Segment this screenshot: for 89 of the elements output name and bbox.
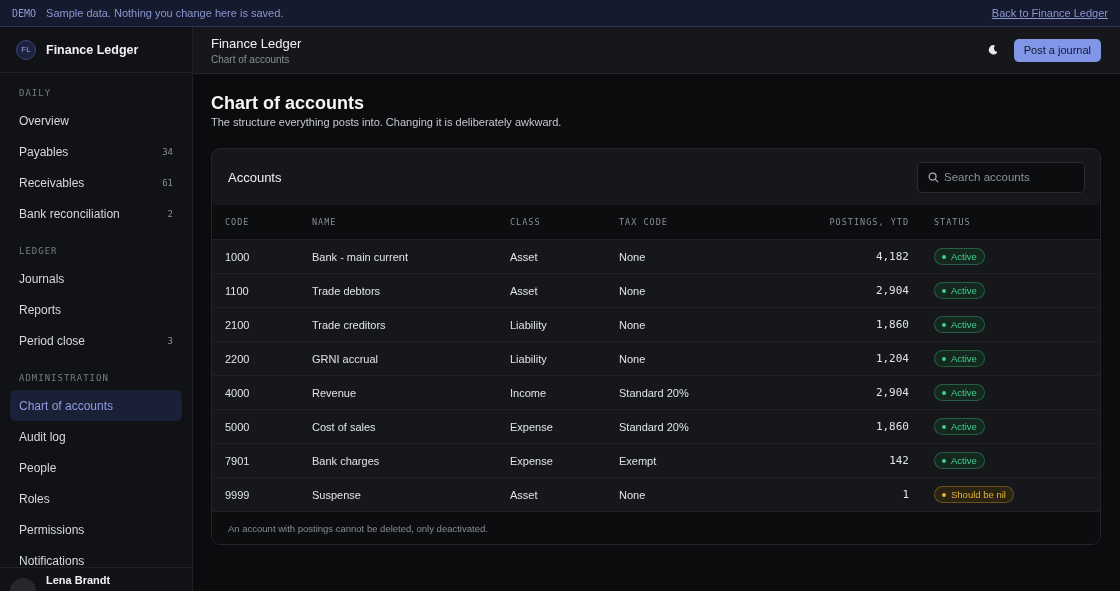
table-cell-text: None bbox=[619, 488, 647, 501]
table-cell-text: 4000 bbox=[225, 386, 251, 399]
table-cell-text: None bbox=[619, 250, 647, 263]
sidebar-item[interactable]: Notifications bbox=[10, 545, 182, 567]
sidebar-item[interactable]: Permissions bbox=[10, 514, 182, 545]
app-logo: FL bbox=[16, 39, 36, 60]
page-description: The structure everything posts into. Changing it is deliberately awkward. bbox=[211, 116, 563, 128]
section-label: ADMINISTRATION bbox=[18, 372, 110, 385]
item-count: 34 bbox=[162, 146, 173, 157]
table-cell-text: 2200 bbox=[225, 352, 251, 365]
table-cell-text: GRNI accrual bbox=[312, 352, 380, 365]
table-cell-text: Asset bbox=[510, 284, 539, 297]
table-cell-text: 2,904 bbox=[874, 386, 909, 399]
table-cell-text: 1,860 bbox=[874, 420, 909, 433]
search-field[interactable]: Search accounts bbox=[917, 161, 1085, 193]
sidebar-item[interactable]: Payables 34 bbox=[10, 136, 182, 167]
table-cell-text: Standard 20% bbox=[619, 386, 690, 399]
table-cell-text: Trade creditors bbox=[312, 318, 387, 331]
table-cell-text: 1 bbox=[901, 488, 909, 501]
table-cell-text: Bank charges bbox=[312, 454, 381, 467]
sidebar-item[interactable]: Audit log bbox=[10, 421, 182, 452]
user-name: Lena Brandt bbox=[46, 574, 112, 588]
item-count: 3 bbox=[167, 335, 173, 346]
column-header: NAME bbox=[312, 217, 338, 227]
status-badge: Active bbox=[934, 248, 985, 265]
sidebar-item[interactable]: People bbox=[10, 452, 182, 483]
table-cell-text: Asset bbox=[510, 488, 539, 501]
sidebar-item[interactable]: Bank reconciliation 2 bbox=[10, 198, 182, 229]
table-cell-text: 1,204 bbox=[874, 352, 909, 365]
table-cell-text: 1100 bbox=[225, 284, 250, 297]
table-cell-text: Expense bbox=[510, 454, 554, 467]
table-cell-text: Income bbox=[510, 386, 548, 399]
table-cell-text: Suspense bbox=[312, 488, 362, 501]
sidebar-item[interactable]: Chart of accounts bbox=[10, 390, 182, 421]
section-label: LEDGER bbox=[18, 245, 59, 258]
page-title: Chart of accounts bbox=[211, 93, 366, 114]
table-cell-text: Standard 20% bbox=[619, 420, 690, 433]
table-cell-text: None bbox=[619, 318, 647, 331]
table-cell-text: None bbox=[619, 284, 647, 297]
table-cell-text: Liability bbox=[510, 318, 548, 331]
status-badge: Active bbox=[934, 418, 985, 435]
sidebar-item[interactable]: Receivables 61 bbox=[10, 167, 182, 198]
status-badge: Active bbox=[934, 384, 985, 401]
status-badge: Active bbox=[934, 452, 985, 469]
status-badge: Should be nil bbox=[934, 486, 1014, 503]
table-cell-text: Exempt bbox=[619, 454, 658, 467]
table-cell-text: Trade debtors bbox=[312, 284, 382, 297]
status-badge: Active bbox=[934, 316, 985, 333]
table-cell-text: 5000 bbox=[225, 420, 251, 433]
app-name: Finance Ledger bbox=[46, 42, 139, 57]
status-badge: Active bbox=[934, 282, 985, 299]
table-cell-text: 1,860 bbox=[874, 318, 909, 331]
demo-tag: DEMO bbox=[12, 7, 37, 19]
header-subtitle: Chart of accounts bbox=[211, 53, 291, 65]
sidebar-item[interactable]: Reports bbox=[10, 294, 182, 325]
section-label: DAILY bbox=[18, 87, 53, 100]
item-count: 61 bbox=[162, 177, 173, 188]
column-header: TAX CODE bbox=[619, 217, 669, 227]
item-count: 2 bbox=[167, 208, 173, 219]
table-cell-text: 1000 bbox=[225, 250, 251, 263]
table-cell-text: Liability bbox=[510, 352, 548, 365]
card-title: Accounts bbox=[228, 169, 282, 185]
table-cell-text: Cost of sales bbox=[312, 420, 377, 433]
column-header: CLASS bbox=[510, 217, 542, 227]
table-cell-text: 4,182 bbox=[874, 250, 909, 263]
header-title: Finance Ledger bbox=[211, 35, 303, 51]
table-cell-text: 7901 bbox=[225, 454, 251, 467]
post-journal-button[interactable]: Post a journal bbox=[1013, 38, 1101, 62]
table-cell-text: Bank - main current bbox=[312, 250, 409, 263]
back-link[interactable]: Back to Finance Ledger bbox=[991, 7, 1108, 19]
search-icon bbox=[928, 171, 939, 183]
table-cell-text: 142 bbox=[888, 454, 909, 467]
table-cell-text: 2100 bbox=[225, 318, 251, 331]
sidebar-item[interactable]: Overview bbox=[10, 105, 182, 136]
column-header: POSTINGS, YTD bbox=[828, 217, 909, 227]
column-header: STATUS bbox=[933, 217, 972, 227]
table-cell-text: 9999 bbox=[225, 488, 251, 501]
sidebar-item[interactable]: Roles bbox=[10, 483, 182, 514]
sidebar-item[interactable]: Journals bbox=[10, 263, 182, 294]
table-cell-text: Expense bbox=[510, 420, 554, 433]
table-cell-text: Asset bbox=[510, 250, 539, 263]
table-cell-text: Revenue bbox=[312, 386, 358, 399]
table-cell-text: 2,904 bbox=[874, 284, 909, 297]
status-badge: Active bbox=[934, 350, 985, 367]
table-footnote: An account with postings cannot be deleted, only deactivated. bbox=[228, 522, 488, 534]
column-header: CODE bbox=[225, 217, 251, 227]
sidebar-item[interactable]: Period close 3 bbox=[10, 325, 182, 356]
banner-message: Sample data. Nothing you change here is saved. bbox=[46, 7, 285, 19]
table-cell-text: None bbox=[619, 352, 647, 365]
